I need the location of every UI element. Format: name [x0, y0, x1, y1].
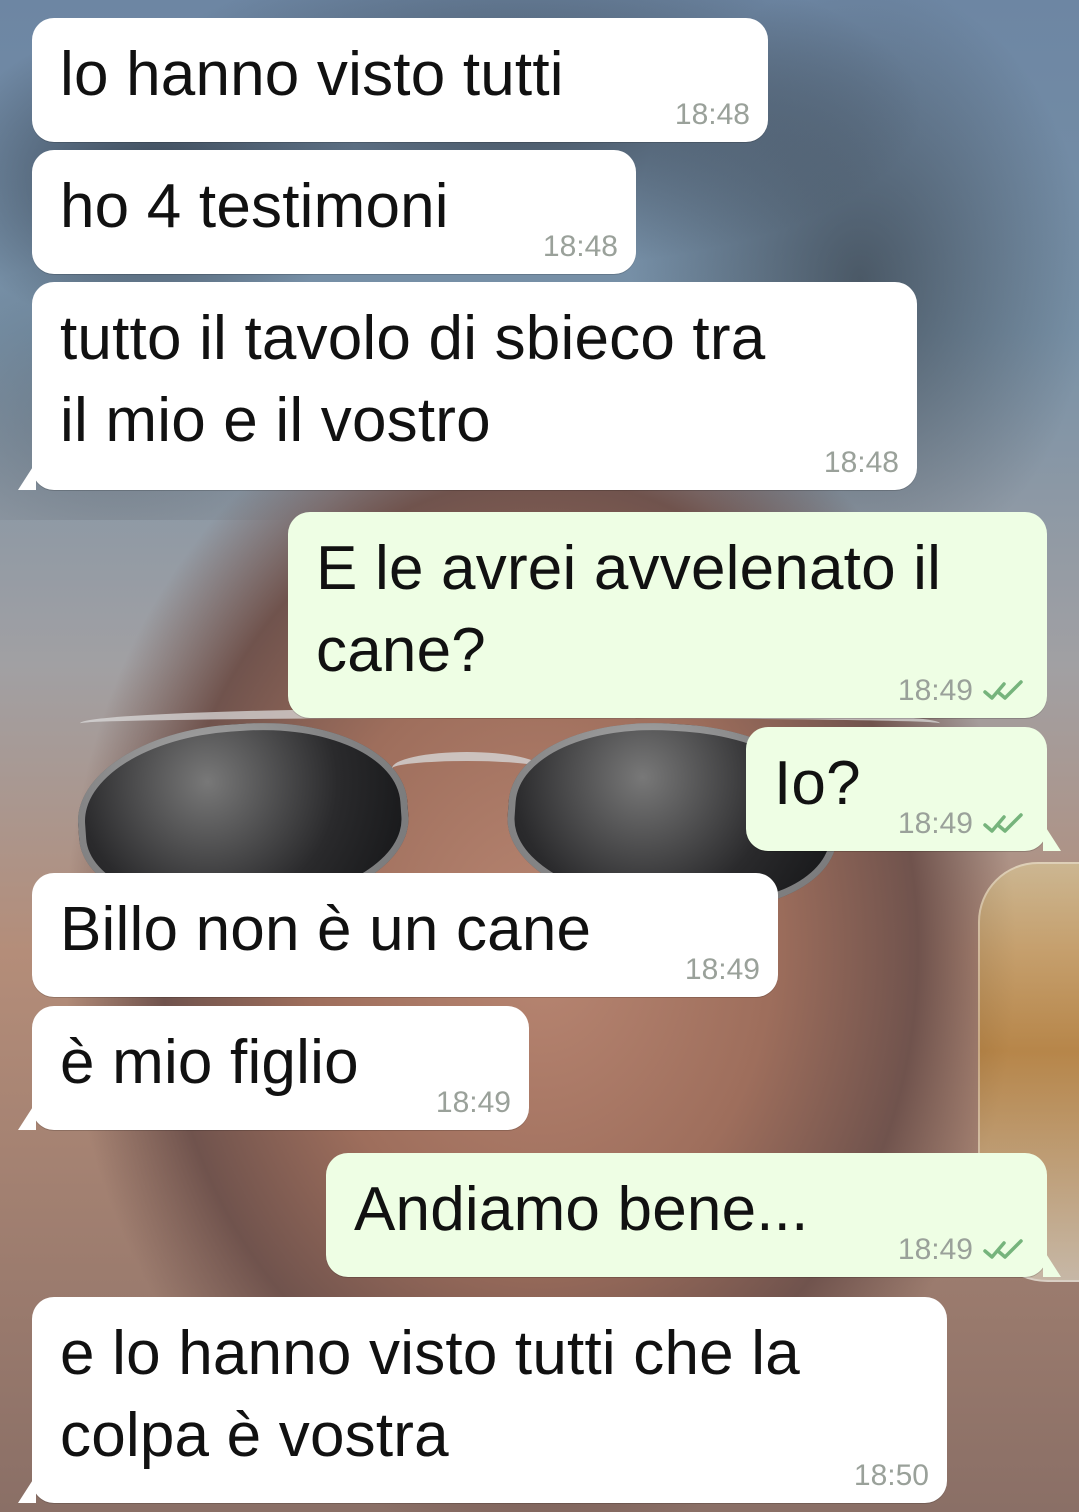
message-text: e lo hanno visto tutti che la colpa è vo… — [60, 1319, 800, 1470]
message-time: 18:48 — [674, 98, 750, 131]
incoming-message-bubble[interactable]: ho 4 testimoni 18:48 — [32, 150, 636, 274]
message-text: Andiamo bene... — [354, 1175, 809, 1244]
message-time: 18:48 — [823, 446, 899, 479]
message-meta: 18:49 — [898, 1235, 1029, 1265]
message-meta: 18:49 — [685, 955, 760, 985]
outgoing-message-bubble[interactable]: Andiamo bene... 18:49 — [326, 1153, 1061, 1277]
message-meta: 18:50 — [854, 1461, 929, 1491]
message-time: 18:50 — [853, 1459, 929, 1492]
incoming-message-bubble[interactable]: è mio figlio 18:49 — [18, 1006, 529, 1130]
double-check-icon — [981, 1238, 1029, 1262]
message-text: Io? — [774, 749, 861, 818]
message-time: 18:49 — [897, 674, 973, 707]
message-meta: 18:48 — [824, 448, 899, 478]
double-check-icon — [981, 812, 1029, 836]
message-text: E le avrei avvelenato il cane? — [316, 534, 942, 685]
message-text: tutto il tavolo di sbieco tra il mio e i… — [60, 304, 766, 455]
message-meta: 18:49 — [436, 1088, 511, 1118]
outgoing-message-bubble[interactable]: Io? 18:49 — [746, 727, 1061, 851]
incoming-message-bubble[interactable]: tutto il tavolo di sbieco tra il mio e i… — [18, 282, 917, 490]
message-meta: 18:49 — [898, 809, 1029, 839]
message-meta: 18:48 — [675, 100, 750, 130]
outgoing-message-bubble[interactable]: E le avrei avvelenato il cane? 18:49 — [288, 512, 1047, 718]
message-time: 18:49 — [897, 807, 973, 840]
message-text: Billo non è un cane — [60, 895, 592, 964]
message-meta: 18:49 — [898, 676, 1029, 706]
message-time: 18:49 — [435, 1086, 511, 1119]
message-time: 18:49 — [897, 1233, 973, 1266]
message-text: lo hanno visto tutti — [60, 40, 564, 109]
message-time: 18:49 — [684, 953, 760, 986]
incoming-message-bubble[interactable]: Billo non è un cane 18:49 — [32, 873, 778, 997]
incoming-message-bubble[interactable]: e lo hanno visto tutti che la colpa è vo… — [18, 1297, 947, 1503]
message-text: ho 4 testimoni — [60, 172, 449, 241]
message-text: è mio figlio — [60, 1028, 359, 1097]
message-time: 18:48 — [542, 230, 618, 263]
incoming-message-bubble[interactable]: lo hanno visto tutti 18:48 — [32, 18, 768, 142]
double-check-icon — [981, 679, 1029, 703]
message-meta: 18:48 — [543, 232, 618, 262]
